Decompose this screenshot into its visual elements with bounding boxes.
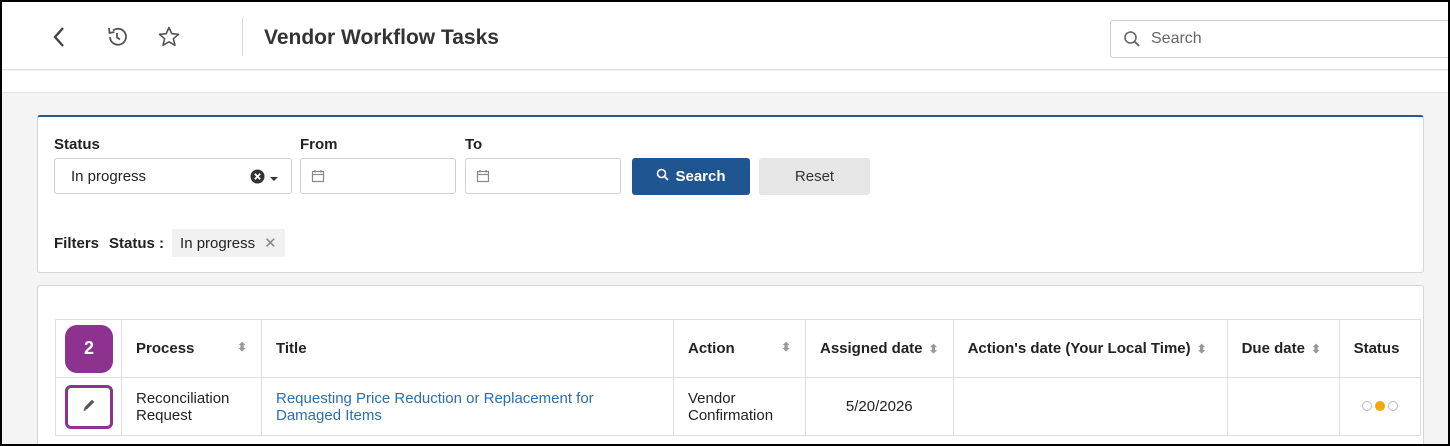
sort-icon[interactable]: ⬍ [929,342,939,356]
calendar-icon[interactable] [476,169,490,188]
task-title-link[interactable]: Requesting Price Reduction or Replacemen… [276,390,659,424]
step-badge: 2 [65,324,113,373]
from-label: From [300,136,338,153]
remove-filter-icon[interactable]: ✕ [264,234,277,252]
assigned-date-cell: 5/20/2026 [805,377,954,436]
search-icon [656,168,670,185]
header-badge-cell: 2 [55,319,122,378]
to-date-input[interactable] [465,158,621,194]
actions-date-cell [952,377,1228,436]
pencil-icon [81,397,97,417]
status-indicator [1361,401,1398,411]
search-icon [1123,30,1141,53]
status-select[interactable]: In progress [54,158,292,194]
column-header-label: Action [688,340,735,357]
column-header-assigned-date[interactable]: Assigned date ⬍ [805,319,954,378]
column-header-label: Action's date (Your Local Time) [967,340,1191,357]
filter-chip: In progress ✕ [172,229,285,257]
column-header-label: Title [276,340,307,357]
column-header-status[interactable]: Status [1338,319,1422,378]
due-date-cell [1226,377,1340,436]
reset-button[interactable]: Reset [759,158,870,195]
filter-panel: Status From To In progress Search Reset … [37,115,1424,273]
edit-button[interactable] [65,384,113,429]
caret-down-icon[interactable] [269,171,279,189]
status-step [1361,401,1372,411]
applied-filters: Filters Status : In progress ✕ [54,229,285,257]
column-header-label: Assigned date [820,340,923,357]
column-header-label: Status [1353,340,1400,357]
title-cell: Requesting Price Reduction or Replacemen… [261,377,674,436]
task-title-line: Requesting Price Reduction or Replacemen… [276,389,594,407]
star-outline-icon[interactable] [156,24,182,50]
tasks-table: 2 Process ⬍ Title Action ⬍ Assigned date [55,319,1422,436]
action-text: Vendor [688,389,736,407]
filter-chip-value: In progress [180,234,256,252]
global-search-input[interactable] [1151,27,1431,51]
status-label: Status [54,136,100,153]
column-header-label: Due date [1241,340,1305,357]
header-divider [242,18,243,56]
chevron-left-icon[interactable] [46,24,72,50]
process-text: Reconciliation [136,389,230,407]
clear-icon[interactable] [250,169,265,189]
action-cell: Vendor Confirmation [673,377,806,436]
edit-cell [55,377,122,436]
column-header-due-date[interactable]: Due date ⬍ [1226,319,1340,378]
process-cell: Reconciliation Request [121,377,262,436]
filters-label: Filters [54,234,100,252]
action-text: Confirmation [688,406,774,424]
sort-icon[interactable]: ⬍ [1197,342,1207,356]
status-step-active [1374,401,1385,411]
status-select-value: In progress [71,168,147,185]
column-header-process[interactable]: Process ⬍ [121,319,262,378]
top-bar: Vendor Workflow Tasks [2,2,1448,70]
global-search[interactable] [1110,20,1448,58]
sort-icon[interactable]: ⬍ [237,340,247,354]
sort-icon[interactable]: ⬍ [781,340,791,354]
subheader-strip [2,71,1448,93]
search-button[interactable]: Search [632,158,750,195]
process-text: Request [136,406,192,424]
table-header-row: 2 Process ⬍ Title Action ⬍ Assigned date [55,319,1422,378]
tasks-table-panel: 2 Process ⬍ Title Action ⬍ Assigned date [37,285,1424,444]
calendar-icon[interactable] [311,169,325,188]
search-button-label: Search [675,168,726,185]
app-window: Vendor Workflow Tasks Status From To In … [0,0,1450,446]
column-header-actions-date[interactable]: Action's date (Your Local Time) ⬍ [952,319,1228,378]
column-header-action[interactable]: Action ⬍ [673,319,806,378]
page-title: Vendor Workflow Tasks [264,26,499,49]
sort-icon[interactable]: ⬍ [1311,342,1321,356]
to-label: To [465,136,483,153]
task-title-line: Damaged Items [276,406,382,424]
column-header-label: Process [136,340,195,357]
history-icon[interactable] [104,24,130,50]
status-cell [1338,377,1422,436]
filter-key: Status : [109,234,165,252]
from-date-input[interactable] [300,158,456,194]
column-header-title[interactable]: Title [261,319,674,378]
table-row[interactable]: Reconciliation Request Requesting Price … [55,377,1422,436]
status-step [1387,401,1398,411]
